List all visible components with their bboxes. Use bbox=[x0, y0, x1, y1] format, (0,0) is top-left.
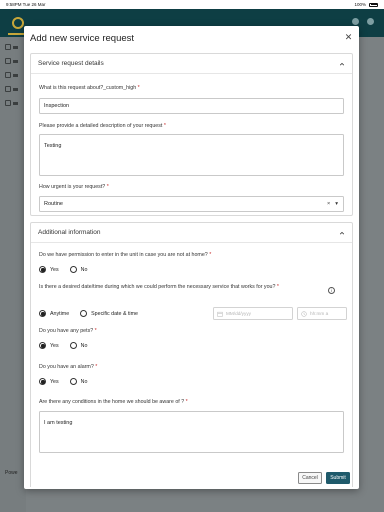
time-placeholder: hh:mm a bbox=[310, 311, 329, 316]
urgency-select-icons: × ▾ bbox=[327, 201, 338, 207]
sidebar-item-documents bbox=[5, 57, 23, 65]
status-bar: 9:58PM Tue 26 Mar 100% bbox=[0, 0, 384, 9]
clear-icon[interactable]: × bbox=[327, 201, 330, 207]
info-icon[interactable]: i bbox=[328, 287, 335, 294]
profile-icon bbox=[367, 18, 374, 25]
sidebar-item-services bbox=[5, 71, 23, 79]
about-label: What is this request about?_custom_high … bbox=[39, 85, 140, 91]
additional-information-section: Additional information Do we have permis… bbox=[30, 222, 353, 487]
clock-icon bbox=[301, 310, 307, 317]
permission-yes-option[interactable]: Yes bbox=[39, 266, 59, 273]
description-label: Please provide a detailed description of… bbox=[39, 123, 166, 129]
alarm-label: Do you have an alarm? * bbox=[39, 364, 98, 370]
cancel-button[interactable]: Cancel bbox=[298, 472, 322, 484]
gear-icon bbox=[5, 86, 11, 92]
status-time: 9:58PM Tue 26 Mar bbox=[6, 2, 46, 7]
notification-icon bbox=[352, 18, 359, 25]
chevron-up-icon[interactable] bbox=[339, 61, 345, 67]
anytime-option[interactable]: Anytime bbox=[39, 310, 69, 317]
alarm-yes-option[interactable]: Yes bbox=[39, 378, 59, 385]
powered-by-label: Powe bbox=[5, 470, 18, 476]
conditions-value: I am testing bbox=[44, 420, 73, 426]
dialog-header: Add new service request ✕ bbox=[24, 26, 359, 50]
sidebar-item-messages bbox=[5, 99, 23, 107]
service-request-details-section: Service request details What is this req… bbox=[30, 53, 353, 216]
pets-no-option[interactable]: No bbox=[69, 342, 87, 349]
urgency-value: Routine bbox=[44, 201, 63, 207]
submit-button[interactable]: Submit bbox=[326, 472, 350, 484]
close-icon[interactable]: ✕ bbox=[344, 33, 353, 42]
permission-radio-group: Yes No bbox=[39, 266, 98, 273]
section-title-additional: Additional information bbox=[38, 229, 101, 236]
description-value: Testing bbox=[44, 143, 62, 149]
battery-percent: 100% bbox=[354, 2, 366, 7]
radio-checked[interactable] bbox=[39, 310, 46, 317]
section-title-details: Service request details bbox=[38, 60, 104, 67]
dialog-title: Add new service request bbox=[30, 33, 135, 44]
date-placeholder: MM/dd/yyyy bbox=[226, 311, 252, 316]
specific-datetime-option[interactable]: Specific date & time bbox=[80, 310, 138, 317]
app-logo bbox=[12, 17, 24, 29]
radio-checked[interactable] bbox=[39, 378, 46, 385]
chevron-up-icon[interactable] bbox=[339, 230, 345, 236]
add-service-request-dialog: Add new service request ✕ Service reques… bbox=[24, 26, 359, 489]
pets-yes-option[interactable]: Yes bbox=[39, 342, 59, 349]
pets-radio-group: Yes No bbox=[39, 342, 98, 349]
date-input[interactable]: MM/dd/yyyy bbox=[213, 307, 293, 320]
message-icon bbox=[5, 100, 11, 106]
radio-unchecked[interactable] bbox=[69, 266, 77, 273]
status-right: 100% bbox=[354, 2, 378, 7]
datetime-radio-group: Anytime Specific date & time bbox=[39, 310, 149, 317]
chevron-down-icon[interactable]: ▾ bbox=[335, 201, 338, 207]
alarm-radio-group: Yes No bbox=[39, 378, 98, 385]
radio-checked[interactable] bbox=[39, 266, 46, 273]
conditions-label: Are there any conditions in the home we … bbox=[39, 399, 188, 405]
datetime-label: Is there a desired date/time during whic… bbox=[39, 284, 279, 290]
radio-unchecked[interactable] bbox=[80, 310, 88, 317]
description-textarea[interactable]: Testing bbox=[39, 134, 344, 176]
urgency-select[interactable]: Routine × ▾ bbox=[39, 196, 344, 212]
radio-unchecked[interactable] bbox=[69, 342, 77, 349]
urgency-label: How urgent is your request? * bbox=[39, 184, 109, 190]
radio-checked[interactable] bbox=[39, 342, 46, 349]
section-header-details[interactable]: Service request details bbox=[31, 54, 352, 74]
conditions-textarea[interactable]: I am testing bbox=[39, 411, 344, 453]
section-header-additional[interactable]: Additional information bbox=[31, 223, 352, 243]
tools-icon bbox=[5, 72, 11, 78]
home-icon bbox=[5, 44, 11, 50]
permission-no-option[interactable]: No bbox=[69, 266, 87, 273]
calendar-icon bbox=[217, 311, 223, 317]
sidebar-item-home bbox=[5, 43, 23, 51]
request-about-field[interactable]: Inspection bbox=[39, 98, 344, 114]
request-about-value: Inspection bbox=[44, 103, 70, 109]
pets-label: Do you have any pets? * bbox=[39, 328, 97, 334]
document-icon bbox=[5, 58, 11, 64]
dialog-body[interactable]: Service request details What is this req… bbox=[30, 50, 353, 487]
sidebar-item-settings bbox=[5, 85, 23, 93]
sidebar bbox=[0, 37, 26, 512]
permission-label: Do we have permission to enter in the un… bbox=[39, 252, 212, 258]
top-bar-icons bbox=[352, 18, 374, 25]
radio-unchecked[interactable] bbox=[69, 378, 77, 385]
battery-icon bbox=[369, 2, 378, 7]
alarm-no-option[interactable]: No bbox=[69, 378, 87, 385]
time-input[interactable]: hh:mm a bbox=[297, 307, 347, 320]
